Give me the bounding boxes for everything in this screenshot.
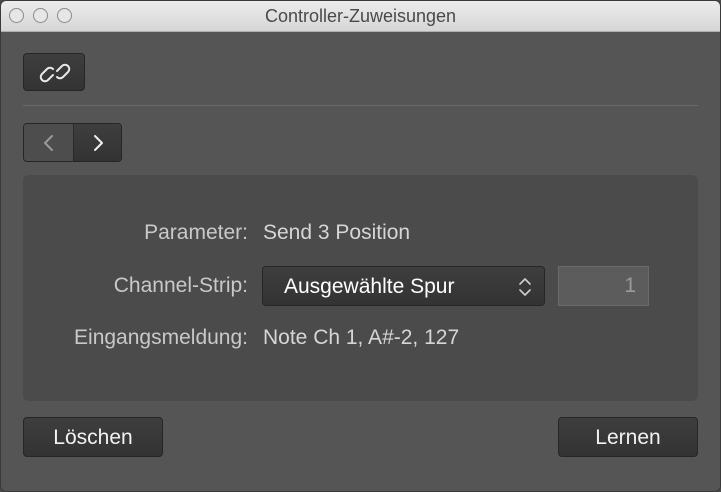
- parameter-value: Send 3 Position: [263, 221, 411, 244]
- chevron-left-icon: [44, 135, 53, 151]
- up-down-chevron-icon: [519, 278, 531, 296]
- next-button[interactable]: [74, 124, 121, 161]
- channel-strip-selected-value: Ausgewählte Spur: [284, 275, 455, 298]
- delete-button-label: Löschen: [53, 426, 133, 449]
- chevron-right-icon: [94, 135, 103, 151]
- channel-strip-select[interactable]: Ausgewählte Spur: [262, 266, 545, 306]
- link-button[interactable]: [23, 53, 85, 91]
- channel-strip-label: Channel-Strip:: [113, 274, 248, 297]
- delete-button[interactable]: Löschen: [23, 417, 163, 457]
- input-message-label: Eingangsmeldung:: [74, 326, 248, 349]
- navigation-segmented-control: [23, 123, 122, 162]
- learn-button-label: Lernen: [595, 426, 661, 449]
- title-bar: Controller-Zuweisungen: [1, 1, 720, 32]
- controller-assignments-window: Controller-Zuweisungen Parameter: Send 3…: [0, 0, 721, 492]
- input-message-value: Note Ch 1, A#-2, 127: [263, 326, 460, 349]
- channel-number-field[interactable]: 1: [558, 266, 649, 306]
- divider: [23, 105, 698, 106]
- parameter-label: Parameter:: [144, 221, 248, 244]
- learn-button[interactable]: Lernen: [558, 417, 698, 457]
- link-icon: [39, 63, 71, 83]
- previous-button[interactable]: [24, 124, 74, 161]
- window-title: Controller-Zuweisungen: [264, 6, 457, 26]
